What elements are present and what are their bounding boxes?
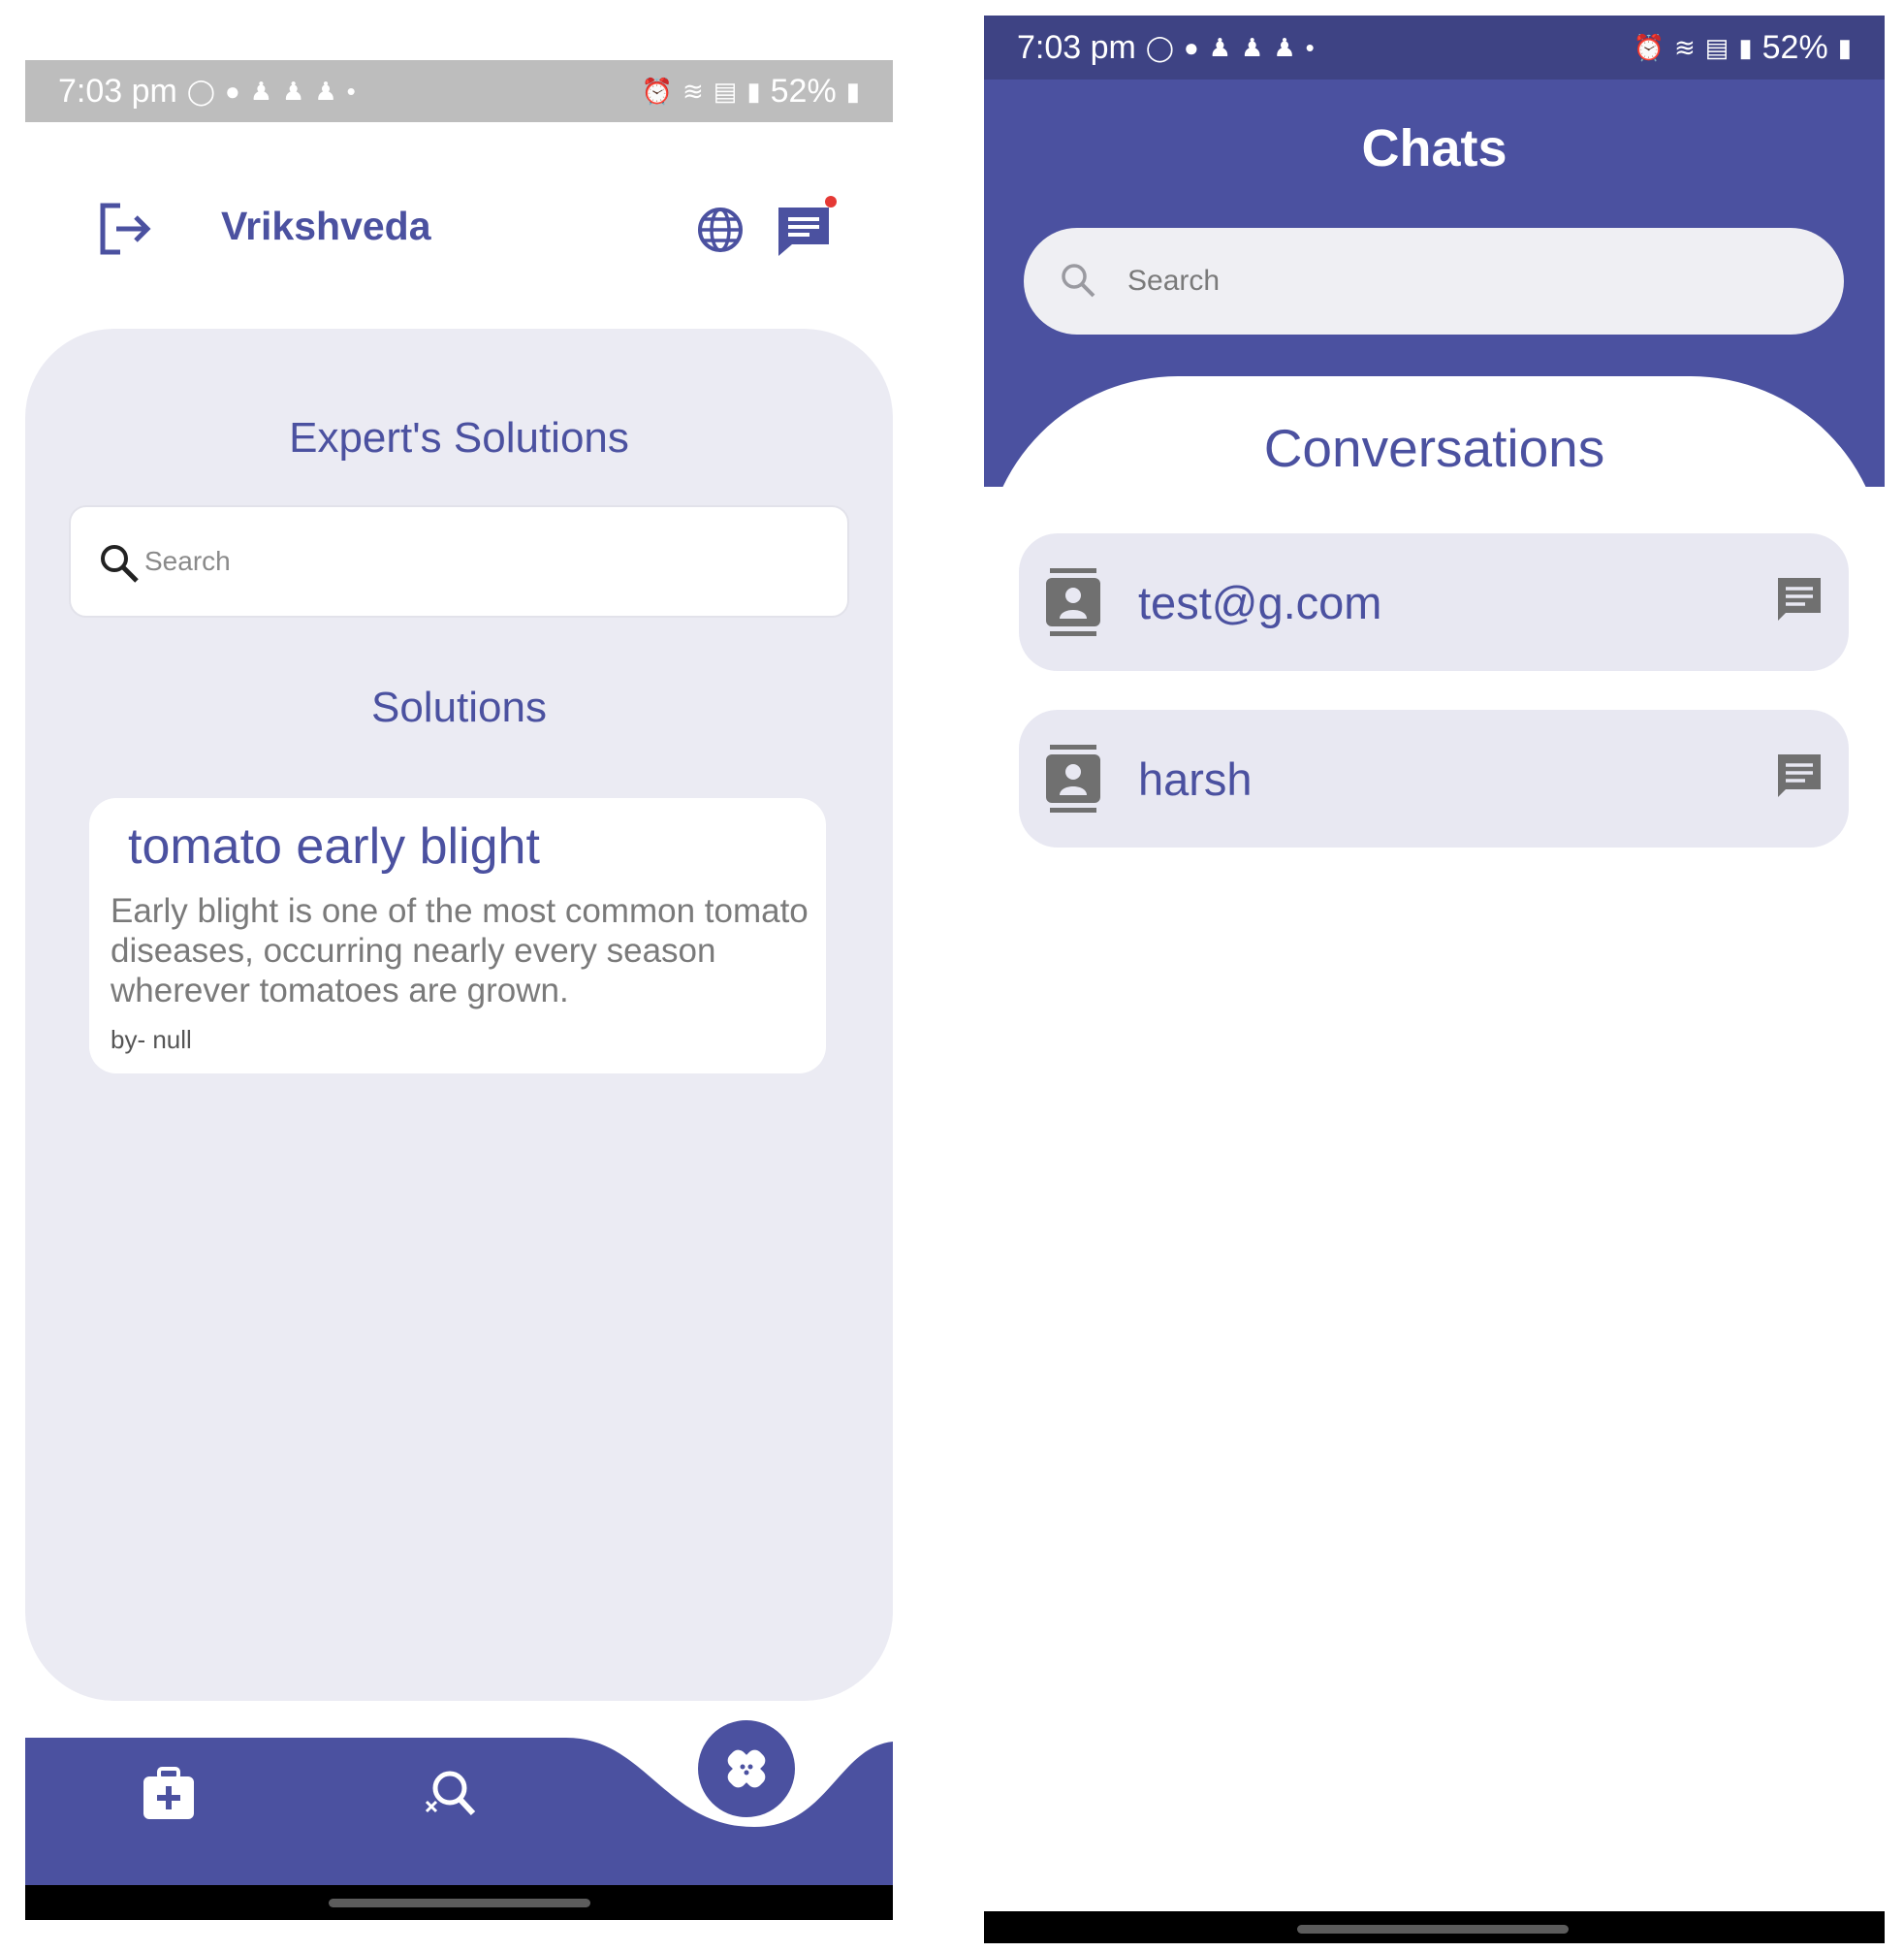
solution-title: tomato early blight [128, 818, 540, 875]
status-time: 7:03 pm [58, 72, 177, 110]
contact-avatar-icon [1046, 745, 1100, 813]
solutions-panel: Expert's Solutions Search Solutions toma… [25, 329, 893, 1701]
wifi-icon: ≋ [1673, 32, 1696, 62]
conversation-name: test@g.com [1138, 577, 1382, 628]
solution-description: Early blight is one of the most common t… [111, 892, 809, 1009]
search-placeholder: Search [144, 546, 231, 576]
solution-author: by- null [111, 1025, 192, 1054]
volte-icon: ▤ [1704, 32, 1729, 62]
snapchat-icon: ♟ [282, 76, 305, 106]
whatsapp-icon: ◯ [1145, 32, 1174, 62]
disease-search-icon[interactable] [421, 1765, 479, 1823]
status-bar: 7:03 pm ◯ ● ♟ ♟ ♟ • ⏰ ≋ ▤ ▮ 52% ▮ [25, 60, 893, 122]
solutions-search-input[interactable]: Search [69, 505, 849, 618]
panel-heading: Expert's Solutions [289, 414, 629, 462]
conversations-heading: Conversations [1263, 418, 1605, 478]
logout-icon[interactable] [95, 200, 153, 258]
signal-icon: ▮ [1738, 32, 1753, 62]
battery-percent: 52% [1761, 28, 1828, 66]
contact-avatar-icon [1046, 568, 1100, 636]
status-bar: 7:03 pm ◯ ● ♟ ♟ ♟ • ⏰ ≋ ▤ ▮ 52% ▮ [984, 16, 1885, 80]
solutions-subheading: Solutions [370, 684, 547, 731]
message-icon: ● [224, 76, 240, 106]
chat-icon[interactable] [1776, 752, 1823, 799]
alarm-icon: ⏰ [1633, 32, 1665, 62]
more-dot-icon: • [346, 76, 356, 106]
language-globe-icon[interactable] [696, 206, 745, 254]
battery-icon: ▮ [845, 76, 860, 106]
status-time: 7:03 pm [1017, 28, 1136, 66]
expert-solutions-screen: 7:03 pm ◯ ● ♟ ♟ ♟ • ⏰ ≋ ▤ ▮ 52% ▮ Vriksh… [25, 60, 893, 1920]
whatsapp-icon: ◯ [186, 76, 215, 106]
battery-icon: ▮ [1837, 32, 1852, 62]
snapchat-icon: ♟ [314, 76, 337, 106]
chats-search-input[interactable]: Search [1024, 228, 1844, 335]
diagnose-fab-button[interactable] [698, 1720, 795, 1817]
medical-kit-icon[interactable] [140, 1765, 198, 1823]
home-gesture-bar [1297, 1925, 1569, 1934]
search-icon [1062, 264, 1095, 298]
conversations-sheet: Conversations test@g.com harsh [984, 376, 1885, 1889]
snapchat-icon: ♟ [249, 76, 272, 106]
snapchat-icon: ♟ [1273, 32, 1296, 62]
snapchat-icon: ♟ [1241, 32, 1264, 62]
bandage-icon [727, 1749, 766, 1788]
conversation-name: harsh [1138, 753, 1253, 805]
app-title: Vrikshveda [221, 204, 431, 248]
chats-screen: Chats Search 7:03 pm ◯ ● ♟ ♟ ♟ • ⏰ ≋ ▤ ▮… [984, 16, 1885, 1943]
more-dot-icon: • [1305, 32, 1315, 62]
search-icon [101, 545, 139, 583]
solution-card[interactable]: tomato early blight Early blight is one … [89, 798, 826, 1073]
message-icon: ● [1183, 32, 1199, 62]
notification-dot [825, 196, 837, 208]
home-gesture-bar [329, 1899, 590, 1907]
search-placeholder: Search [1127, 265, 1221, 297]
chats-title: Chats [1361, 119, 1507, 177]
signal-icon: ▮ [746, 76, 761, 106]
snapchat-icon: ♟ [1208, 32, 1231, 62]
chat-notification-icon[interactable] [775, 194, 841, 260]
volte-icon: ▤ [713, 76, 738, 106]
conversation-item[interactable]: harsh [1019, 710, 1849, 848]
chat-icon[interactable] [1776, 576, 1823, 623]
wifi-icon: ≋ [682, 76, 704, 106]
system-navigation-bar [984, 1911, 1885, 1943]
app-bar: Vrikshveda [25, 186, 893, 273]
conversation-item[interactable]: test@g.com [1019, 533, 1849, 671]
alarm-icon: ⏰ [641, 76, 673, 106]
battery-percent: 52% [770, 72, 837, 110]
